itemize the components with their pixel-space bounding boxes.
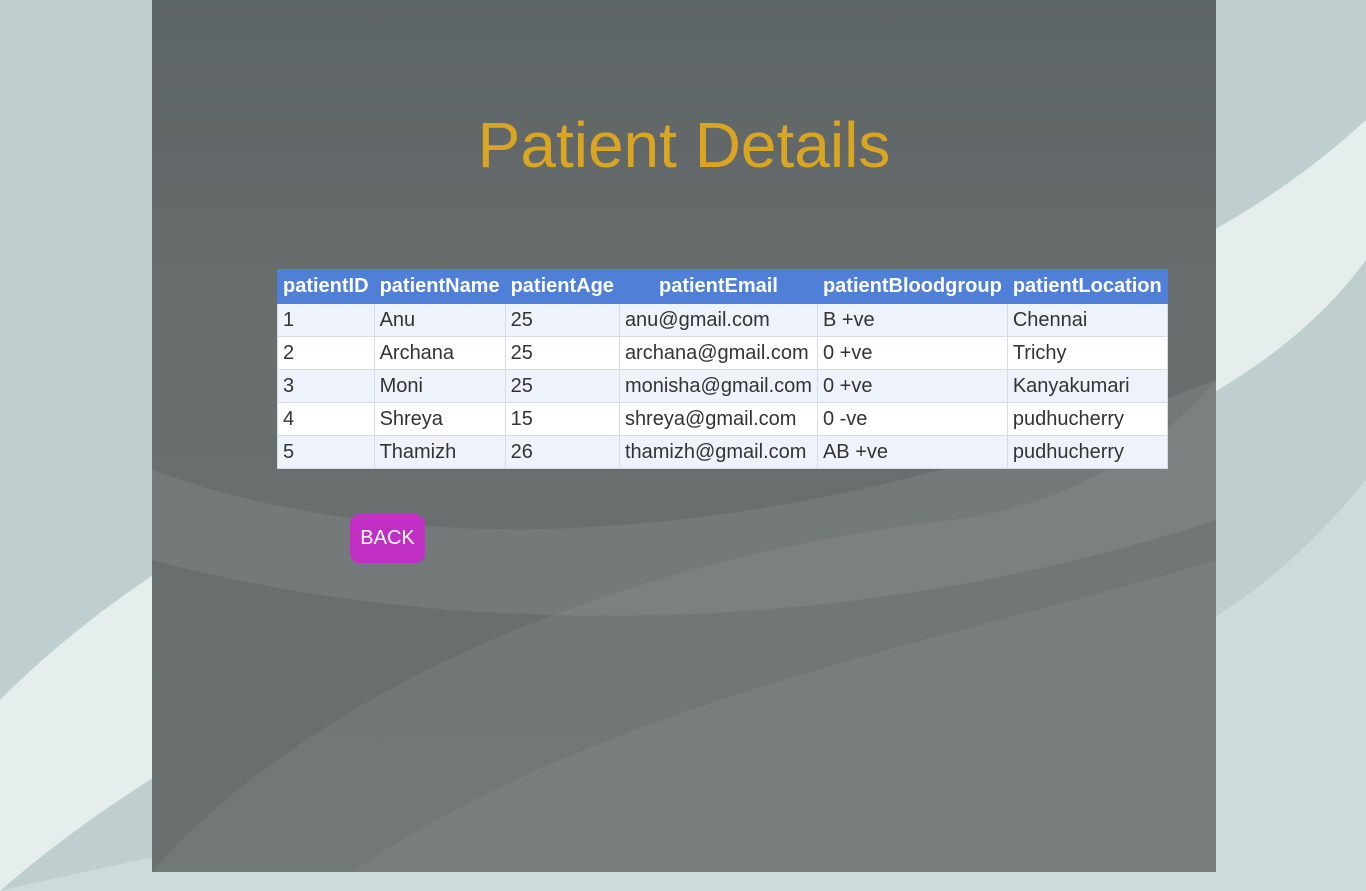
cell-patient-age: 25: [504, 303, 620, 337]
table-header-row: patientID patientName patientAge patient…: [277, 269, 1168, 304]
cell-patient-name: Thamizh: [373, 435, 506, 469]
cell-patient-location: pudhucherry: [1006, 402, 1168, 436]
page-title: Patient Details: [477, 109, 891, 181]
cell-patient-location: Kanyakumari: [1006, 369, 1168, 403]
cell-patient-age: 15: [504, 402, 620, 436]
column-header-patient-bloodgroup: patientBloodgroup: [816, 269, 1008, 304]
column-header-patient-location: patientLocation: [1006, 269, 1168, 304]
patient-table: patientID patientName patientAge patient…: [277, 269, 1168, 469]
cell-patient-location: Trichy: [1006, 336, 1168, 370]
cell-patient-bloodgroup: 0 +ve: [816, 369, 1008, 403]
cell-patient-age: 26: [504, 435, 620, 469]
cell-patient-location: Chennai: [1006, 303, 1168, 337]
content-panel: Patient Details patientID patientName pa…: [152, 0, 1216, 872]
cell-patient-bloodgroup: AB +ve: [816, 435, 1008, 469]
cell-patient-email: archana@gmail.com: [618, 336, 818, 370]
cell-patient-name: Anu: [373, 303, 506, 337]
cell-patient-bloodgroup: B +ve: [816, 303, 1008, 337]
cell-patient-location: pudhucherry: [1006, 435, 1168, 469]
cell-patient-age: 25: [504, 336, 620, 370]
cell-patient-name: Moni: [373, 369, 506, 403]
table-row: 5 Thamizh 26 thamizh@gmail.com AB +ve pu…: [277, 435, 1168, 469]
cell-patient-id: 1: [277, 303, 375, 337]
column-header-patient-id: patientID: [277, 269, 375, 304]
cell-patient-email: monisha@gmail.com: [618, 369, 818, 403]
cell-patient-name: Archana: [373, 336, 506, 370]
cell-patient-id: 5: [277, 435, 375, 469]
cell-patient-email: anu@gmail.com: [618, 303, 818, 337]
cell-patient-age: 25: [504, 369, 620, 403]
table-row: 2 Archana 25 archana@gmail.com 0 +ve Tri…: [277, 336, 1168, 370]
cell-patient-id: 3: [277, 369, 375, 403]
cell-patient-bloodgroup: 0 -ve: [816, 402, 1008, 436]
cell-patient-id: 4: [277, 402, 375, 436]
cell-patient-email: shreya@gmail.com: [618, 402, 818, 436]
column-header-patient-email: patientEmail: [618, 269, 818, 304]
column-header-patient-age: patientAge: [504, 269, 620, 304]
cell-patient-id: 2: [277, 336, 375, 370]
table-row: 1 Anu 25 anu@gmail.com B +ve Chennai: [277, 303, 1168, 337]
cell-patient-name: Shreya: [373, 402, 506, 436]
table-row: 4 Shreya 15 shreya@gmail.com 0 -ve pudhu…: [277, 402, 1168, 436]
back-button[interactable]: BACK: [350, 514, 425, 563]
cell-patient-bloodgroup: 0 +ve: [816, 336, 1008, 370]
table-row: 3 Moni 25 monisha@gmail.com 0 +ve Kanyak…: [277, 369, 1168, 403]
cell-patient-email: thamizh@gmail.com: [618, 435, 818, 469]
column-header-patient-name: patientName: [373, 269, 506, 304]
